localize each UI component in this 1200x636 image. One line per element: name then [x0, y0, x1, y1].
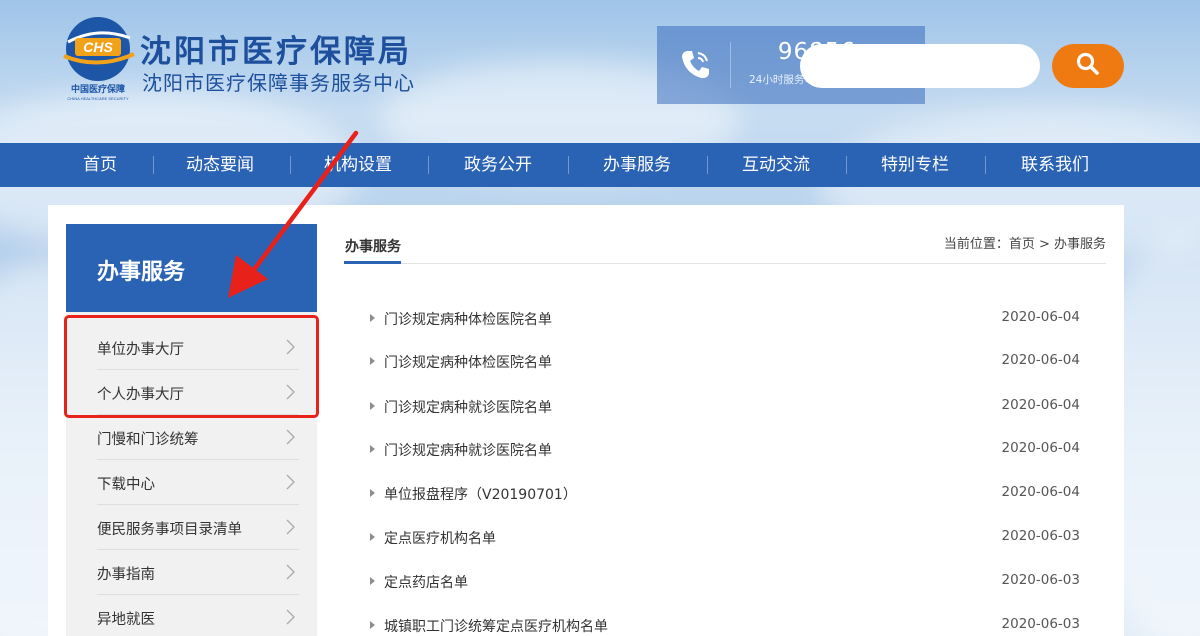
nav-item-government-affairs[interactable]: 政务公开 — [443, 143, 553, 187]
nav-item-contact[interactable]: 联系我们 — [1000, 143, 1110, 187]
chevron-right-icon — [286, 429, 295, 445]
nav-divider — [568, 156, 569, 174]
sidebar-item-label: 办事指南 — [97, 567, 155, 583]
sidebar-title: 办事服务 — [97, 260, 186, 285]
sidebar-item-outpatient-chronic[interactable]: 门慢和门诊统筹 — [97, 415, 299, 460]
bullet-triangle-icon — [370, 577, 375, 585]
article-row[interactable]: 门诊规定病种体检医院名单 2020-06-04 — [370, 307, 1082, 331]
article-row[interactable]: 门诊规定病种体检医院名单 2020-06-04 — [370, 350, 1082, 374]
chs-logo[interactable]: CHS 中国医疗保障 CHINA HEALTHCARE SECURITY — [58, 12, 138, 102]
article-title[interactable]: 单位报盘程序（V20190701） — [384, 484, 577, 504]
article-date: 2020-06-03 — [1001, 572, 1080, 588]
bullet-triangle-icon — [370, 533, 375, 541]
article-title[interactable]: 城镇职工门诊统筹定点医疗机构名单 — [384, 616, 608, 636]
article-row[interactable]: 门诊规定病种就诊医院名单 2020-06-04 — [370, 438, 1082, 462]
sidebar-item-service-guide[interactable]: 办事指南 — [97, 550, 299, 595]
article-row[interactable]: 定点药店名单 2020-06-03 — [370, 570, 1082, 594]
sidebar-item-service-catalog[interactable]: 便民服务事项目录清单 — [97, 505, 299, 550]
search-input[interactable] — [800, 44, 1040, 88]
chevron-right-icon — [286, 384, 295, 400]
nav-divider — [153, 156, 154, 174]
article-title[interactable]: 门诊规定病种体检医院名单 — [384, 352, 552, 372]
article-date: 2020-06-04 — [1001, 397, 1080, 413]
article-date: 2020-06-03 — [1001, 616, 1080, 632]
nav-item-news[interactable]: 动态要闻 — [165, 143, 275, 187]
article-row[interactable]: 单位报盘程序（V20190701） 2020-06-04 — [370, 482, 1082, 506]
nav-item-home[interactable]: 首页 — [56, 143, 144, 187]
article-title[interactable]: 门诊规定病种就诊医院名单 — [384, 440, 552, 460]
section-divider — [344, 263, 1106, 264]
chevron-right-icon — [286, 474, 295, 490]
bullet-triangle-icon — [370, 489, 375, 497]
sidebar-header: 办事服务 — [66, 224, 317, 312]
nav-divider — [846, 156, 847, 174]
nav-divider — [290, 156, 291, 174]
bullet-triangle-icon — [370, 445, 375, 453]
phone-icon — [677, 46, 713, 82]
article-row[interactable]: 定点医疗机构名单 2020-06-03 — [370, 526, 1082, 550]
sidebar-menu: 单位办事大厅 个人办事大厅 门慢和门诊统筹 下载中心 便民服务事项目录清单 办事… — [66, 312, 317, 636]
sidebar-item-label: 门慢和门诊统筹 — [97, 432, 199, 448]
svg-text:中国医疗保障: 中国医疗保障 — [71, 83, 125, 95]
article-date: 2020-06-04 — [1001, 352, 1080, 368]
sidebar-item-personal-service-hall[interactable]: 个人办事大厅 — [97, 370, 299, 415]
sidebar-item-label: 异地就医 — [97, 612, 155, 628]
nav-divider — [428, 156, 429, 174]
search-button[interactable] — [1052, 44, 1124, 88]
article-title[interactable]: 定点药店名单 — [384, 572, 468, 592]
bullet-triangle-icon — [370, 402, 375, 410]
sidebar-item-label: 个人办事大厅 — [97, 387, 184, 403]
article-row[interactable]: 城镇职工门诊统筹定点医疗机构名单 2020-06-03 — [370, 614, 1082, 636]
chevron-right-icon — [286, 564, 295, 580]
site-subtitle: 沈阳市医疗保障事务服务中心 — [142, 71, 415, 95]
article-title[interactable]: 定点医疗机构名单 — [384, 528, 496, 548]
article-title[interactable]: 门诊规定病种就诊医院名单 — [384, 397, 552, 417]
chevron-right-icon — [286, 519, 295, 535]
section-title: 办事服务 — [345, 239, 401, 255]
svg-text:CHINA HEALTHCARE SECURITY: CHINA HEALTHCARE SECURITY — [67, 96, 129, 101]
nav-item-special-topics[interactable]: 特别专栏 — [860, 143, 970, 187]
bullet-triangle-icon — [370, 357, 375, 365]
sidebar-item-remote-medical[interactable]: 异地就医 — [97, 595, 299, 636]
article-title[interactable]: 门诊规定病种体检医院名单 — [384, 309, 552, 329]
site-title: 沈阳市医疗保障局 — [140, 34, 412, 70]
main-nav: 首页 动态要闻 机构设置 政务公开 办事服务 互动交流 特别专栏 联系我们 — [0, 143, 1200, 187]
section-title-underline — [344, 261, 401, 264]
sidebar-item-unit-service-hall[interactable]: 单位办事大厅 — [97, 325, 299, 370]
sidebar-item-label: 下载中心 — [97, 477, 155, 493]
chevron-right-icon — [286, 339, 295, 355]
svg-text:CHS: CHS — [83, 39, 113, 55]
nav-item-organization[interactable]: 机构设置 — [303, 143, 413, 187]
article-date: 2020-06-04 — [1001, 309, 1080, 325]
chevron-right-icon — [286, 609, 295, 625]
nav-item-services[interactable]: 办事服务 — [582, 143, 692, 187]
bullet-triangle-icon — [370, 314, 375, 322]
sidebar-item-label: 便民服务事项目录清单 — [97, 522, 242, 538]
article-date: 2020-06-03 — [1001, 528, 1080, 544]
bullet-triangle-icon — [370, 621, 375, 629]
search-icon — [1075, 51, 1101, 81]
sidebar-item-label: 单位办事大厅 — [97, 342, 184, 358]
nav-divider — [985, 156, 986, 174]
hotline-divider — [730, 42, 731, 88]
article-row[interactable]: 门诊规定病种就诊医院名单 2020-06-04 — [370, 395, 1082, 419]
article-date: 2020-06-04 — [1001, 484, 1080, 500]
nav-divider — [707, 156, 708, 174]
nav-item-interaction[interactable]: 互动交流 — [721, 143, 831, 187]
breadcrumb: 当前位置：首页 > 办事服务 — [943, 237, 1106, 252]
sidebar-item-download-center[interactable]: 下载中心 — [97, 460, 299, 505]
article-date: 2020-06-04 — [1001, 440, 1080, 456]
